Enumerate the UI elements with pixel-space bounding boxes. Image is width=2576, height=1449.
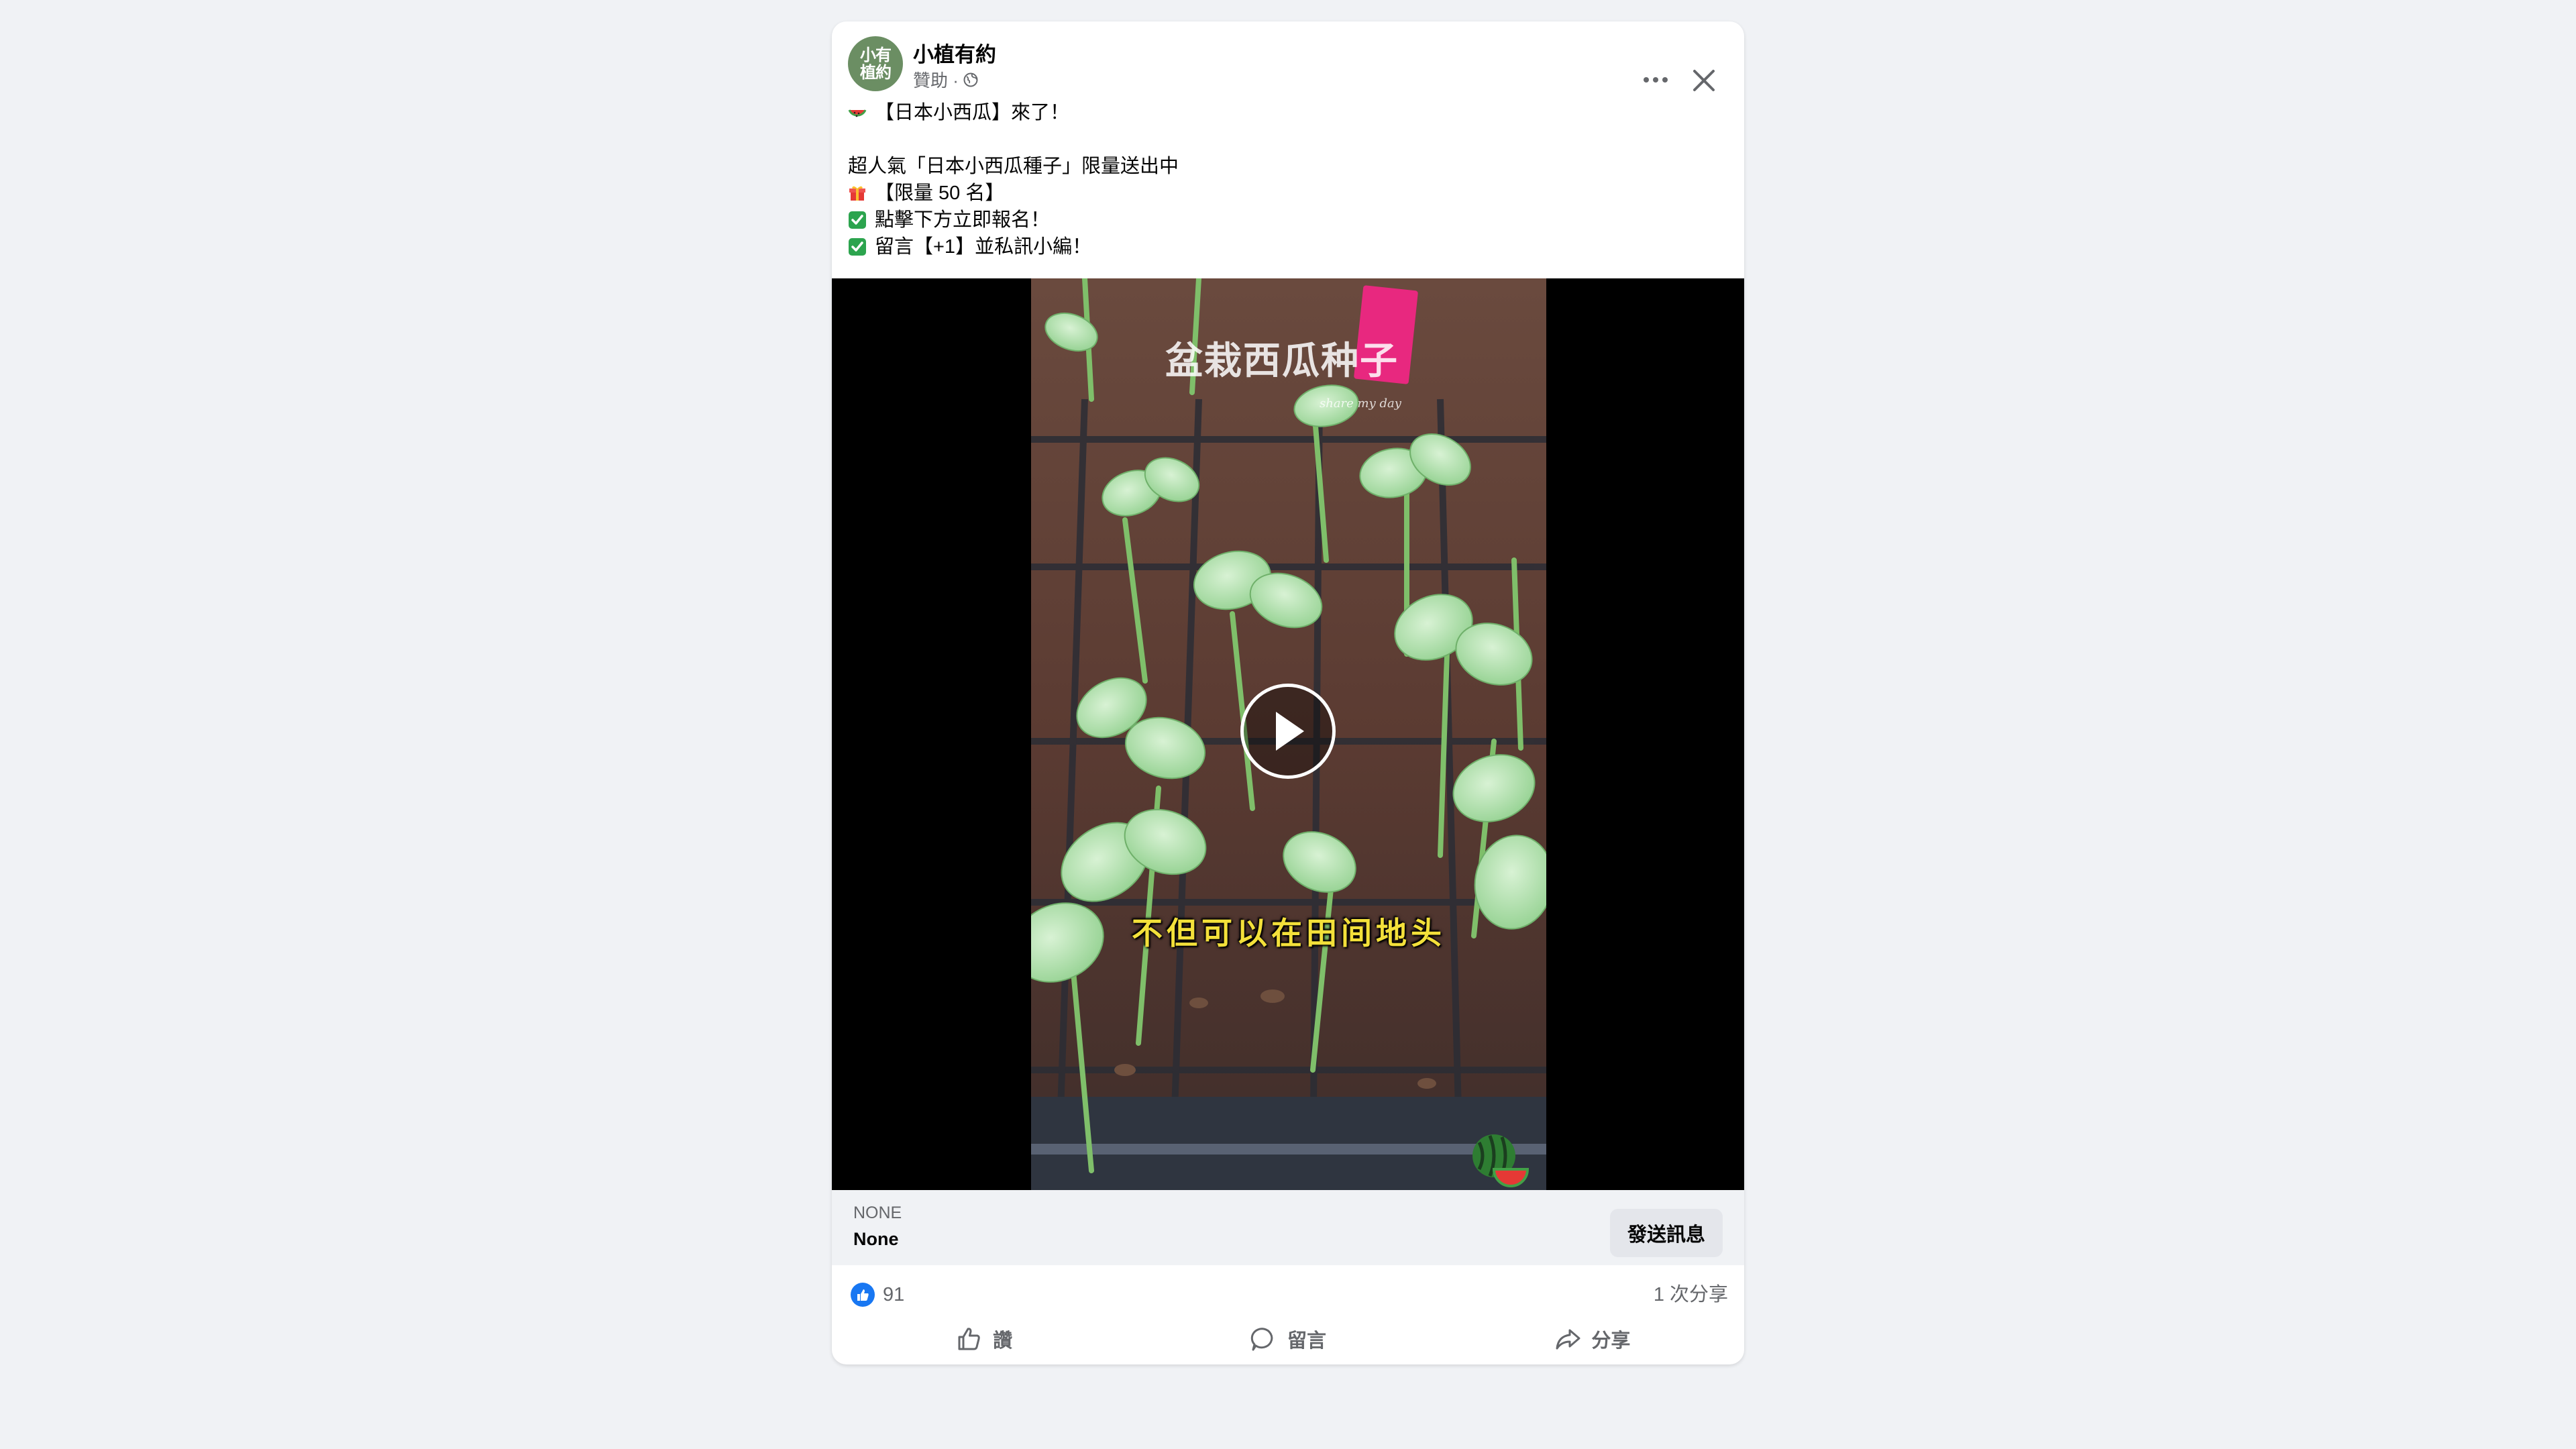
video-player[interactable]: 盆栽西瓜种子 share my day 不但可以在田间地头 xyxy=(832,278,1744,1190)
action-bar: 讚 留言 分享 xyxy=(832,1319,1744,1359)
cta-caption: NONE xyxy=(853,1203,902,1222)
page-name[interactable]: 小植有約 xyxy=(913,38,996,68)
post-text-line: 留言【+1】並私訊小編！ xyxy=(875,236,1092,258)
video-caption: 不但可以在田间地头 xyxy=(1132,916,1446,951)
check-mark-icon xyxy=(849,211,866,229)
post-line: 【限量 50 名】 xyxy=(848,180,1179,207)
sponsored-post-card: 小有植約 小植有約 贊助 · 【日本小西瓜】來了！ 超人氣「日本小西瓜種子」限量… xyxy=(832,21,1744,1364)
share-button[interactable]: 分享 xyxy=(1440,1319,1744,1359)
like-button[interactable]: 讚 xyxy=(832,1319,1136,1359)
watermelon-icon xyxy=(1472,1134,1529,1187)
post-body: 【日本小西瓜】來了！ 超人氣「日本小西瓜種子」限量送出中 【限量 50 名】 點… xyxy=(848,99,1179,260)
watermelon-slice-icon xyxy=(848,109,867,117)
thumbs-up-icon xyxy=(857,1289,869,1301)
cta-bar: NONE None 發送訊息 xyxy=(832,1190,1744,1265)
post-text-line: 超人氣「日本小西瓜種子」限量送出中 xyxy=(848,156,1179,177)
comment-button[interactable]: 留言 xyxy=(1136,1319,1440,1359)
avatar-logo-text: 小有植約 xyxy=(860,45,892,82)
page-avatar[interactable]: 小有植約 xyxy=(848,36,903,91)
check-mark-icon xyxy=(849,238,866,256)
post-line: 留言【+1】並私訊小編！ xyxy=(848,233,1179,260)
cta-headline: None xyxy=(853,1229,899,1249)
post-text-line: 【日本小西瓜】來了！ xyxy=(875,102,1070,123)
play-icon xyxy=(1276,712,1304,751)
comment-label: 留言 xyxy=(1287,1330,1326,1352)
post-meta: 贊助 · xyxy=(913,67,979,92)
globe-icon xyxy=(963,72,978,87)
like-count[interactable]: 91 xyxy=(883,1283,904,1307)
video-overlay-title: 盆栽西瓜种子 xyxy=(1165,339,1399,383)
share-label: 分享 xyxy=(1591,1330,1631,1352)
sponsored-label[interactable]: 贊助 · xyxy=(913,67,959,92)
close-button[interactable] xyxy=(1686,63,1721,98)
share-count[interactable]: 1 次分享 xyxy=(1654,1283,1728,1307)
video-overlay-subtitle: share my day xyxy=(1320,396,1401,411)
post-text-line: 【限量 50 名】 xyxy=(875,182,1005,204)
close-icon xyxy=(1693,70,1715,91)
post-text-line: 點擊下方立即報名！ xyxy=(875,209,1051,231)
play-button[interactable] xyxy=(1240,684,1336,779)
like-reaction-badge[interactable] xyxy=(851,1283,875,1307)
like-label: 讚 xyxy=(993,1330,1013,1352)
share-icon xyxy=(1556,1329,1580,1350)
more-icon xyxy=(1644,77,1668,83)
send-message-button[interactable]: 發送訊息 xyxy=(1610,1209,1723,1257)
comment-icon xyxy=(1250,1328,1273,1351)
like-icon xyxy=(958,1328,980,1350)
gift-icon xyxy=(849,186,865,201)
post-line: 點擊下方立即報名！ xyxy=(848,207,1179,233)
post-line: 超人氣「日本小西瓜種子」限量送出中 xyxy=(848,153,1179,180)
post-line: 【日本小西瓜】來了！ xyxy=(848,99,1179,126)
more-options-button[interactable] xyxy=(1639,63,1672,97)
